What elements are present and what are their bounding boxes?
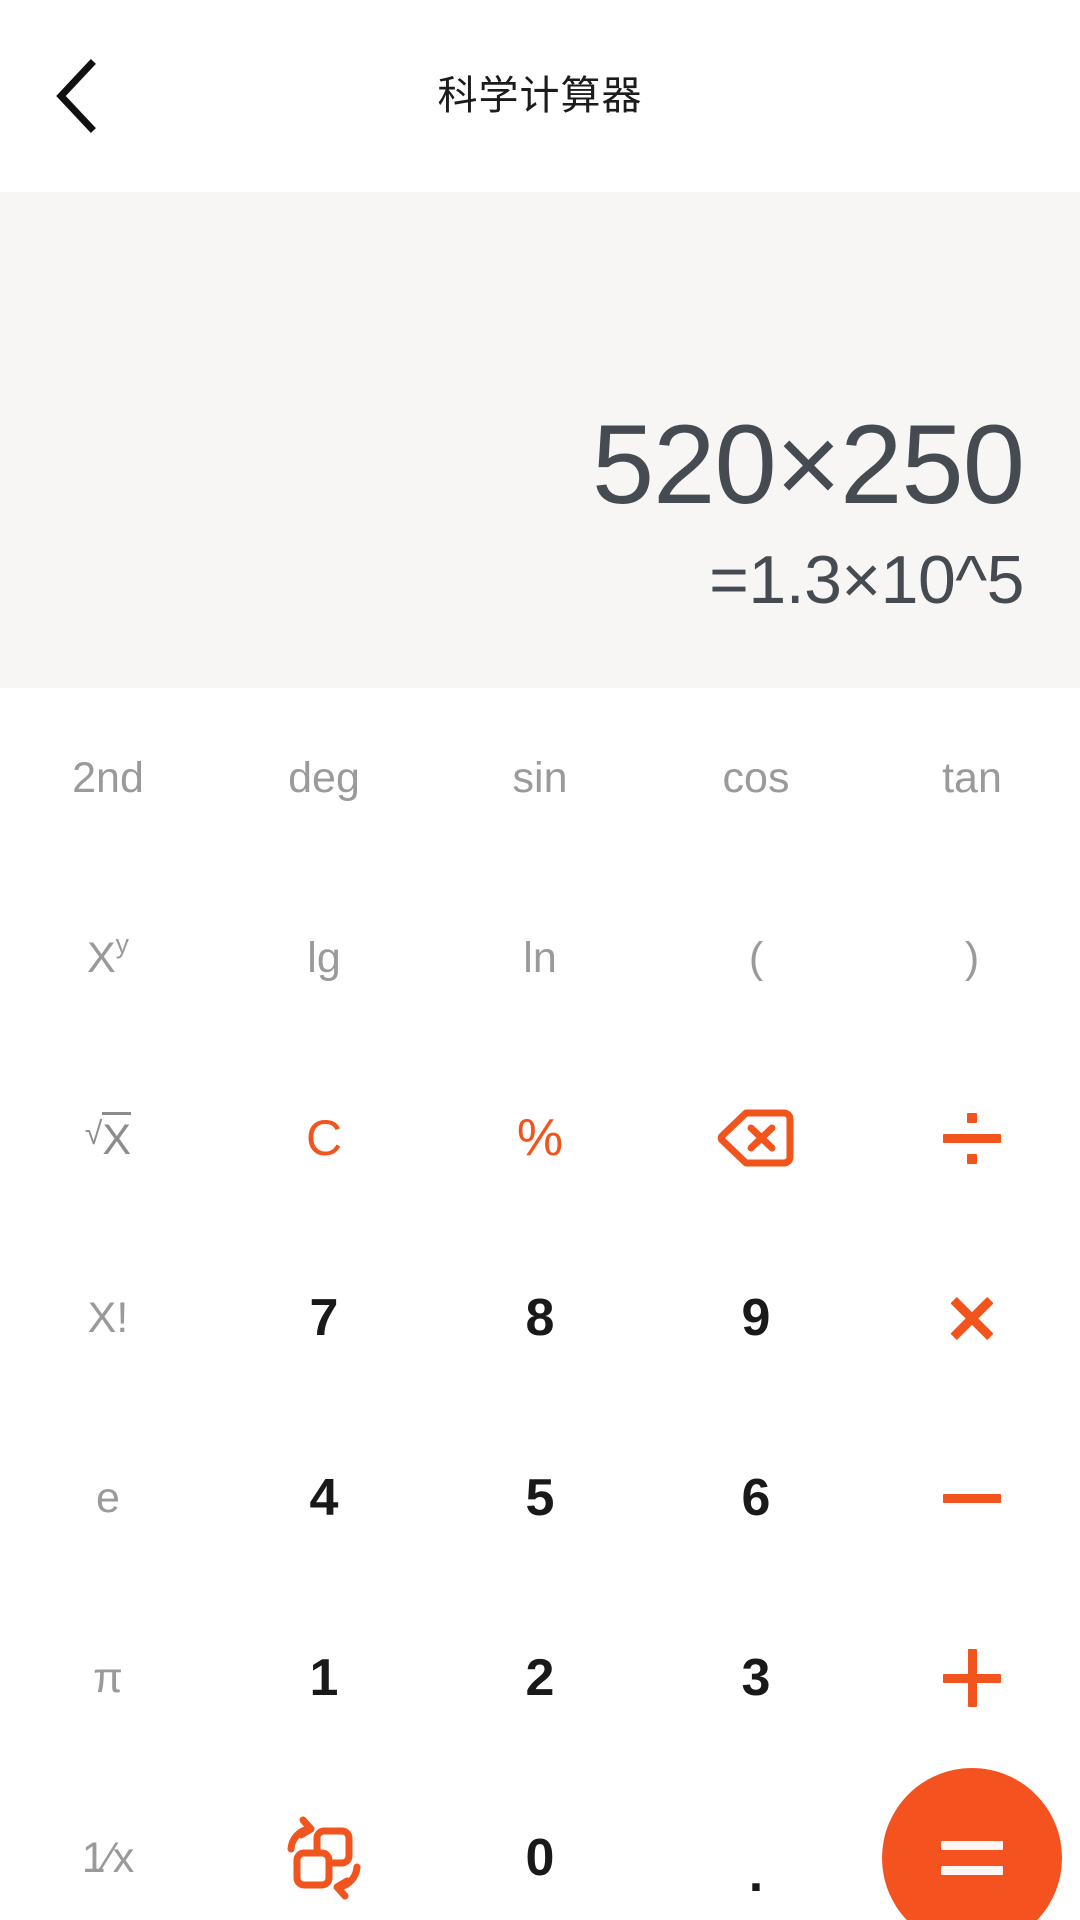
calculator-display[interactable]: 520×250 =1.3×10^5 [0,192,1080,688]
key-percent[interactable]: % [432,1048,648,1228]
key-2nd-label: 2nd [72,753,144,802]
display-expression: 520×250 [591,402,1025,528]
key-4[interactable]: 4 [216,1408,432,1588]
keypad: 2nd deg sin cos tan Xy lg ln ( ) √ X C %… [0,688,1080,1920]
key-decimal-label: . [748,1844,764,1903]
key-pi[interactable]: π [0,1588,216,1768]
key-decimal[interactable]: . [648,1768,864,1920]
key-3-label: 3 [741,1649,771,1707]
key-5[interactable]: 5 [432,1408,648,1588]
key-power[interactable]: Xy [0,868,216,1048]
key-e[interactable]: e [0,1408,216,1588]
key-paren-close-label: ) [964,933,980,982]
key-6-label: 6 [741,1469,771,1527]
app-header: 科学计算器 [0,0,1080,192]
key-reciprocal-label: 1⁄x [81,1833,135,1882]
key-clear[interactable]: C [216,1048,432,1228]
key-0-label: 0 [525,1829,555,1887]
key-lg-label: lg [307,933,341,982]
key-1-label: 1 [309,1649,339,1707]
key-ln[interactable]: ln [432,868,648,1048]
key-7[interactable]: 7 [216,1228,432,1408]
key-2[interactable]: 2 [432,1588,648,1768]
key-6[interactable]: 6 [648,1408,864,1588]
key-reciprocal[interactable]: 1⁄x [0,1768,216,1920]
key-3[interactable]: 3 [648,1588,864,1768]
key-9-label: 9 [741,1289,771,1347]
key-0[interactable]: 0 [432,1768,648,1920]
minus-icon [943,1493,1001,1503]
key-9[interactable]: 9 [648,1228,864,1408]
key-8[interactable]: 8 [432,1228,648,1408]
key-tan[interactable]: tan [864,688,1080,868]
key-cos-label: cos [722,753,790,802]
key-sqrt-label: X [102,1111,132,1165]
key-power-label: Xy [86,931,129,983]
multiply-icon [946,1292,998,1344]
key-lg[interactable]: lg [216,868,432,1048]
key-factorial[interactable]: X! [0,1228,216,1408]
key-power-exponent: y [115,928,129,959]
swap-icon [281,1815,367,1901]
key-4-label: 4 [309,1469,339,1527]
key-sqrt[interactable]: √ X [0,1048,216,1228]
key-add[interactable] [864,1588,1080,1768]
key-convert[interactable] [216,1768,432,1920]
key-paren-open-label: ( [748,933,764,982]
key-deg[interactable]: deg [216,688,432,868]
key-ln-label: ln [523,933,557,982]
plus-icon [943,1649,1001,1707]
display-result: =1.3×10^5 [709,541,1024,618]
key-percent-label: % [516,1109,564,1167]
key-multiply[interactable] [864,1228,1080,1408]
key-8-label: 8 [525,1289,555,1347]
chevron-left-icon [53,58,99,134]
key-paren-open[interactable]: ( [648,868,864,1048]
key-equals[interactable] [864,1768,1080,1920]
scientific-calculator-app: 科学计算器 520×250 =1.3×10^5 2nd deg sin cos … [0,0,1080,1920]
square-root-icon: √ X [84,1111,132,1165]
key-2-label: 2 [525,1649,555,1707]
divide-icon [943,1112,1001,1164]
key-tan-label: tan [942,753,1002,802]
key-deg-label: deg [288,753,360,802]
key-1[interactable]: 1 [216,1588,432,1768]
key-pi-label: π [93,1653,123,1702]
key-e-label: e [96,1473,120,1522]
key-divide[interactable] [864,1048,1080,1228]
equals-button-circle[interactable] [882,1768,1062,1920]
key-subtract[interactable] [864,1408,1080,1588]
equals-icon [941,1841,1003,1875]
page-title: 科学计算器 [437,74,643,118]
key-sin-label: sin [512,753,568,802]
key-5-label: 5 [525,1469,555,1527]
key-cos[interactable]: cos [648,688,864,868]
key-clear-label: C [305,1110,343,1166]
back-button[interactable] [28,48,124,144]
key-backspace[interactable] [648,1048,864,1228]
key-sin[interactable]: sin [432,688,648,868]
key-7-label: 7 [309,1289,339,1347]
key-2nd[interactable]: 2nd [0,688,216,868]
radical-sign: √ [84,1114,103,1151]
key-paren-close[interactable]: ) [864,868,1080,1048]
key-power-base: X [86,933,116,982]
backspace-icon [717,1108,795,1168]
key-factorial-label: X! [87,1293,129,1342]
